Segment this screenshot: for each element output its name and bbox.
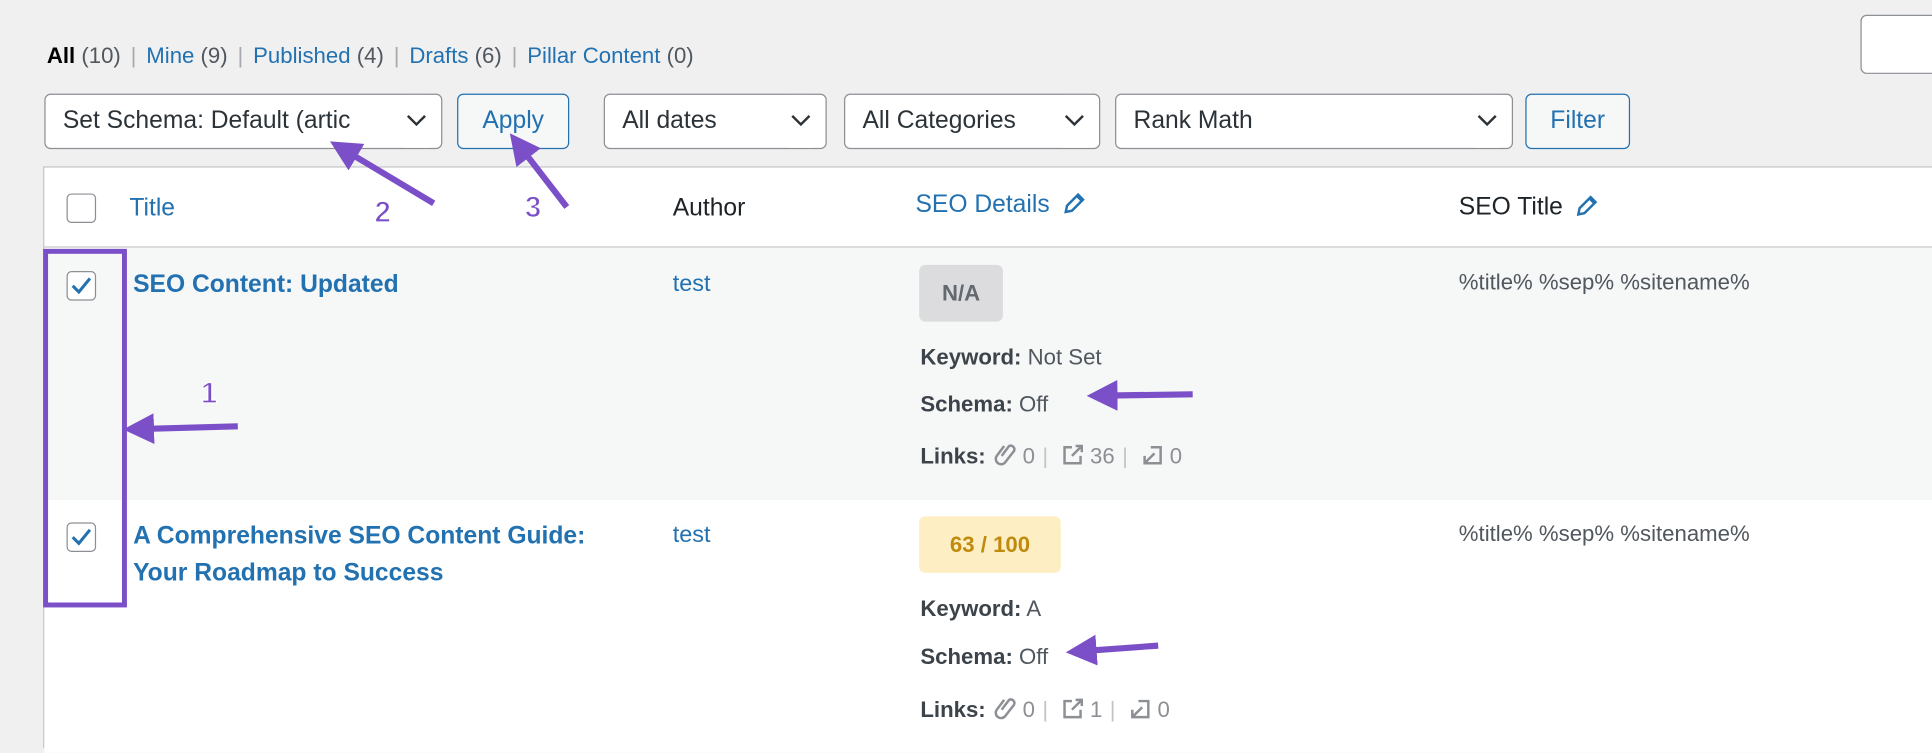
- step-label-1: 1: [201, 377, 217, 410]
- annotation-overlay: 1 2 3: [43, 133, 1193, 666]
- arrow-annotation-schema-1: [1086, 380, 1193, 411]
- arrow-annotation-1: [123, 413, 238, 444]
- selection-highlight-box: [43, 248, 127, 608]
- step-label-3: 3: [525, 191, 541, 224]
- step-label-2: 2: [375, 196, 391, 229]
- arrow-annotation-schema-2: [1065, 634, 1159, 666]
- arrow-annotation-2: [329, 141, 436, 206]
